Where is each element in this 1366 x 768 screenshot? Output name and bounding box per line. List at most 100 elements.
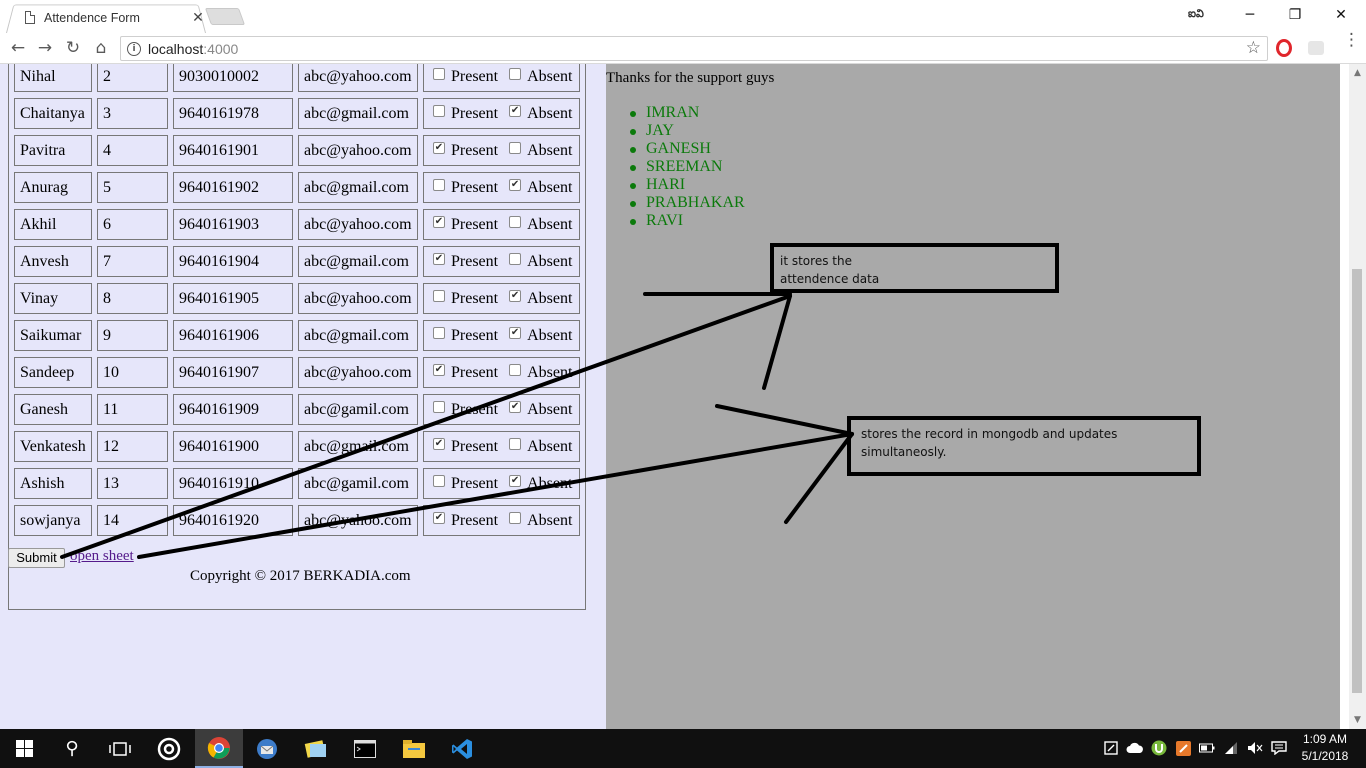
windows-start-icon[interactable]: [0, 729, 48, 768]
terminal-icon[interactable]: [341, 729, 389, 768]
absent-checkbox[interactable]: ✔: [509, 475, 522, 488]
wifi-icon[interactable]: [1222, 739, 1240, 757]
absent-checkbox[interactable]: [509, 68, 522, 81]
phone-cell: 9640161904: [173, 246, 293, 277]
email-cell: abc@gamil.com: [298, 468, 418, 499]
table-row: sowjanya 14 9640161920 abc@yahoo.com ✔ Presen…: [9, 505, 585, 536]
scroll-down-icon[interactable]: ▼: [1349, 715, 1366, 725]
phone-cell: 9640161906: [173, 320, 293, 351]
present-checkbox[interactable]: [433, 475, 445, 488]
present-checkbox[interactable]: [433, 68, 445, 81]
home-icon[interactable]: ⌂: [89, 36, 113, 60]
absent-checkbox[interactable]: ✔: [509, 327, 522, 340]
thunderbird-icon[interactable]: [243, 729, 291, 768]
absent-checkbox[interactable]: ✔: [509, 401, 522, 414]
task-view-icon[interactable]: [96, 729, 144, 768]
absent-checkbox[interactable]: [509, 438, 522, 451]
present-checkbox[interactable]: ✔: [433, 512, 445, 525]
tray-orange-icon[interactable]: [1174, 739, 1192, 757]
attendance-cell: Present ✔ Absent: [423, 283, 580, 314]
student-name-cell: Anurag: [14, 172, 92, 203]
opera-extension-icon[interactable]: [1276, 39, 1292, 57]
address-input[interactable]: i localhost:4000 ☆: [120, 36, 1268, 61]
present-checkbox[interactable]: ✔: [433, 216, 445, 229]
browser-menu-icon[interactable]: ⋮: [1343, 32, 1360, 49]
absent-checkbox[interactable]: [509, 364, 522, 377]
onedrive-cloud-icon[interactable]: [1126, 739, 1144, 757]
utorrent-icon[interactable]: [1150, 739, 1168, 757]
tab-close-icon[interactable]: ✕: [191, 9, 205, 26]
present-checkbox[interactable]: [433, 401, 445, 414]
table-row: Chaitanya 3 9640161978 abc@gmail.com Present…: [9, 98, 585, 129]
absent-checkbox[interactable]: [509, 253, 522, 266]
table-row: Pavitra 4 9640161901 abc@yahoo.com ✔ Present A…: [9, 135, 585, 166]
attendance-cell: ✔ Present Absent: [423, 357, 580, 388]
attendance-cell: ✔ Present Absent: [423, 135, 580, 166]
absent-label: Absent: [527, 438, 573, 455]
absent-checkbox[interactable]: [509, 216, 522, 229]
tray-app-icon[interactable]: [1102, 739, 1120, 757]
profile-name[interactable]: ఐవి: [1188, 8, 1204, 23]
present-label: Present: [451, 179, 499, 196]
present-checkbox[interactable]: [433, 290, 445, 303]
present-checkbox[interactable]: [433, 327, 445, 340]
present-checkbox[interactable]: ✔: [433, 438, 445, 451]
scroll-up-icon[interactable]: ▲: [1349, 68, 1366, 78]
extension-icon[interactable]: [1308, 41, 1324, 55]
phone-cell: 9640161900: [173, 431, 293, 462]
reload-icon[interactable]: ↻: [61, 36, 85, 60]
absent-checkbox[interactable]: ✔: [509, 179, 522, 192]
absent-checkbox[interactable]: ✔: [509, 290, 522, 303]
roll-number-cell: 12: [97, 431, 168, 462]
present-label: Present: [451, 327, 499, 344]
attendance-cell: Present ✔ Absent: [423, 98, 580, 129]
email-cell: abc@gmail.com: [298, 98, 418, 129]
close-window-button[interactable]: ✕: [1318, 0, 1364, 30]
chrome-taskbar-icon[interactable]: [195, 729, 243, 768]
student-name-cell: Nihal: [14, 64, 92, 92]
annotation-line: it stores the: [780, 254, 852, 268]
search-icon[interactable]: ⚲: [48, 729, 96, 768]
file-explorer-icon[interactable]: [390, 729, 438, 768]
back-icon[interactable]: ←: [6, 36, 30, 60]
absent-checkbox[interactable]: [509, 512, 522, 525]
phone-cell: 9640161910: [173, 468, 293, 499]
supporter-name: RAVI: [628, 212, 745, 230]
roll-number-cell: 13: [97, 468, 168, 499]
minimize-button[interactable]: ─: [1227, 0, 1273, 30]
thanks-text: Thanks for the support guys: [606, 70, 775, 86]
open-sheet-link[interactable]: open sheet: [70, 548, 134, 565]
present-checkbox[interactable]: [433, 179, 445, 192]
forward-icon[interactable]: →: [33, 36, 57, 60]
restore-button[interactable]: ❐: [1272, 0, 1318, 30]
email-cell: abc@gamil.com: [298, 394, 418, 425]
present-checkbox[interactable]: ✔: [433, 253, 445, 266]
email-cell: abc@yahoo.com: [298, 283, 418, 314]
present-checkbox[interactable]: ✔: [433, 142, 445, 155]
annotation-line: attendence data: [780, 272, 880, 286]
new-tab-button[interactable]: [204, 8, 246, 25]
absent-checkbox[interactable]: [509, 142, 522, 155]
sticky-notes-icon[interactable]: [292, 729, 340, 768]
bookmark-star-icon[interactable]: ☆: [1246, 38, 1261, 58]
active-tab[interactable]: Attendence Form ✕: [20, 2, 205, 33]
phone-cell: 9640161903: [173, 209, 293, 240]
cortana-ring-icon[interactable]: [145, 729, 193, 768]
submit-button[interactable]: Submit: [8, 548, 65, 568]
absent-label: Absent: [527, 364, 573, 381]
system-clock[interactable]: 1:09 AM 5/1/2018: [1300, 731, 1350, 765]
page-scrollbar[interactable]: ▲ ▼: [1349, 64, 1366, 729]
present-checkbox[interactable]: [433, 105, 445, 118]
volume-mute-icon[interactable]: [1246, 739, 1264, 757]
email-cell: abc@yahoo.com: [298, 357, 418, 388]
clock-time: 1:09 AM: [1302, 732, 1348, 746]
vscode-icon[interactable]: [438, 729, 486, 768]
notifications-icon[interactable]: [1270, 739, 1288, 757]
table-row: Akhil 6 9640161903 abc@yahoo.com ✔ Present Abs…: [9, 209, 585, 240]
roll-number-cell: 8: [97, 283, 168, 314]
absent-checkbox[interactable]: ✔: [509, 105, 522, 118]
scroll-thumb[interactable]: [1352, 269, 1362, 693]
present-checkbox[interactable]: ✔: [433, 364, 445, 377]
battery-icon[interactable]: [1198, 739, 1216, 757]
info-icon[interactable]: i: [127, 41, 141, 56]
